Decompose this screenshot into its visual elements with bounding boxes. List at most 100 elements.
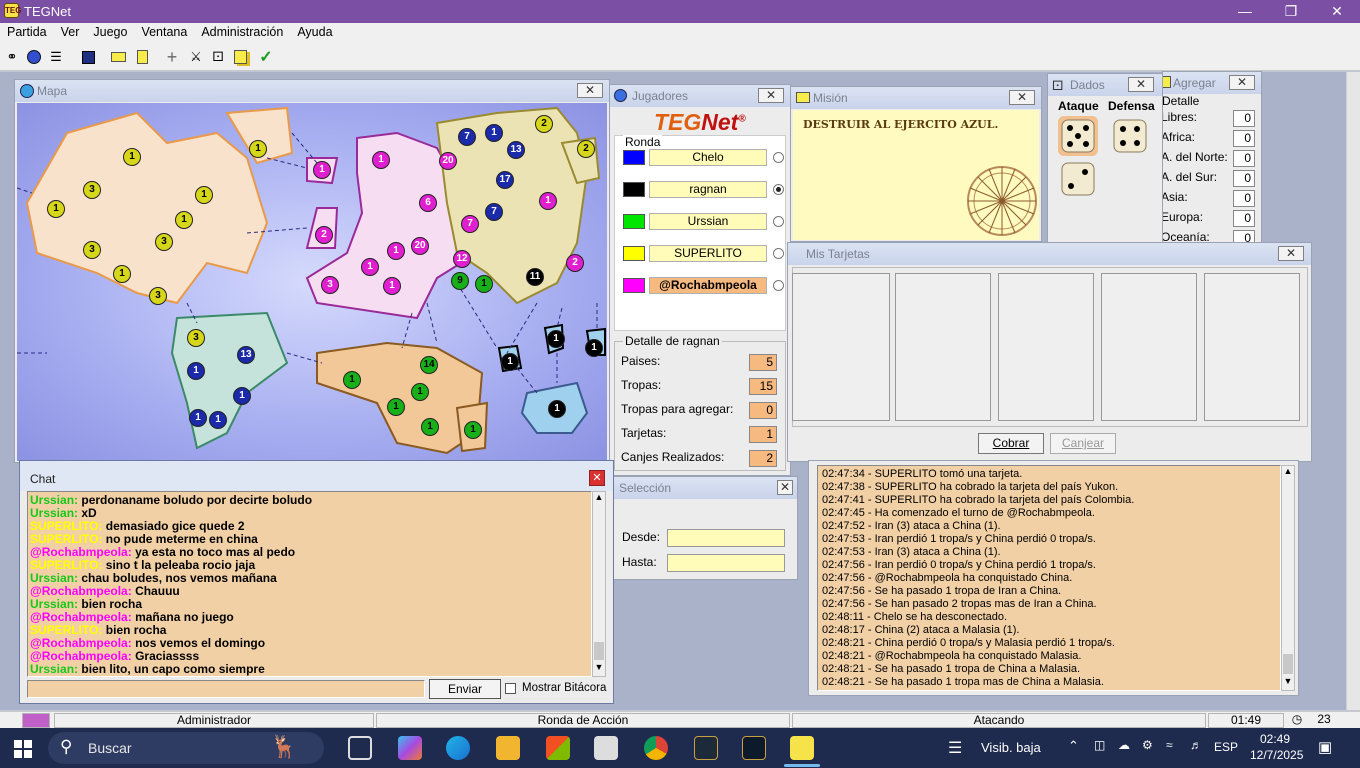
save-icon[interactable]	[78, 47, 98, 67]
territory-marker[interactable]: 3	[149, 287, 167, 305]
scroll-up-icon[interactable]: ▲	[1282, 466, 1294, 478]
canjear-button[interactable]: Canjear	[1050, 433, 1116, 454]
clock-date[interactable]: 12/7/2025	[1250, 748, 1303, 762]
windows-start-icon[interactable]	[14, 740, 32, 758]
add-troops-icon[interactable]: +	[162, 47, 182, 67]
player-row[interactable]: SUPERLITO	[623, 244, 784, 264]
close-icon[interactable]: ✕	[1314, 0, 1360, 23]
territory-marker[interactable]: 1	[547, 330, 565, 348]
scroll-down-icon[interactable]: ▼	[593, 662, 605, 674]
player-radio[interactable]	[773, 248, 784, 259]
territory-marker[interactable]: 3	[155, 233, 173, 251]
territory-marker[interactable]: 14	[420, 356, 438, 374]
territory-marker[interactable]: 1	[313, 161, 331, 179]
edge-icon[interactable]	[446, 736, 470, 760]
territory-marker[interactable]: 13	[507, 141, 525, 159]
territory-marker[interactable]: 12	[453, 250, 471, 268]
menu-ventana[interactable]: Ventana	[134, 23, 194, 39]
territory-marker[interactable]: 1	[233, 387, 251, 405]
player-radio-selected[interactable]	[773, 184, 784, 195]
territory-marker[interactable]: 1	[411, 383, 429, 401]
territory-marker[interactable]: 2	[577, 140, 595, 158]
territory-marker[interactable]: 1	[464, 421, 482, 439]
dice-icon[interactable]: ⚀	[208, 47, 228, 67]
territory-marker[interactable]: 1	[421, 418, 439, 436]
card-slot-4[interactable]	[1101, 273, 1197, 421]
territory-marker[interactable]: 1	[475, 275, 493, 293]
mdi-scrollbar[interactable]	[1346, 72, 1360, 710]
wifi-icon[interactable]: ≈	[1166, 738, 1173, 752]
territory-marker[interactable]: 11	[526, 268, 544, 286]
clock-time[interactable]: 02:49	[1260, 732, 1290, 746]
territory-marker[interactable]: 1	[387, 398, 405, 416]
player-radio[interactable]	[773, 216, 784, 227]
scroll-thumb[interactable]	[594, 642, 604, 660]
dice-close-button[interactable]: ✕	[1128, 77, 1154, 92]
maximize-icon[interactable]: ❐	[1268, 0, 1314, 23]
territory-marker[interactable]: 1	[372, 151, 390, 169]
territory-marker[interactable]: 1	[195, 186, 213, 204]
mission-icon[interactable]	[132, 47, 152, 67]
tray-settings-icon[interactable]: ⚙	[1142, 738, 1153, 752]
connect-icon[interactable]: ⚭	[2, 47, 22, 67]
territory-marker[interactable]: 1	[189, 409, 207, 427]
territory-marker[interactable]: 1	[548, 400, 566, 418]
territory-marker[interactable]: 3	[321, 276, 339, 294]
player-row[interactable]: @Rochabmpeola	[623, 276, 784, 296]
store-icon[interactable]	[546, 736, 570, 760]
territory-marker[interactable]: 13	[237, 346, 255, 364]
territory-marker[interactable]: 1	[387, 242, 405, 260]
tegnet-taskbar-icon[interactable]	[790, 736, 814, 760]
from-field[interactable]	[667, 529, 785, 547]
mission-close-button[interactable]: ✕	[1009, 90, 1035, 105]
territory-marker[interactable]: 3	[83, 181, 101, 199]
tray-chevron-icon[interactable]: ⌃	[1068, 738, 1079, 754]
scroll-down-icon[interactable]: ▼	[1282, 676, 1294, 688]
territory-marker[interactable]: 1	[539, 192, 557, 210]
attack-icon[interactable]: ⚔	[186, 47, 206, 67]
territory-marker[interactable]: 1	[343, 371, 361, 389]
territory-marker[interactable]: 3	[83, 241, 101, 259]
to-field[interactable]	[667, 554, 785, 572]
player-row[interactable]: ragnan	[623, 180, 784, 200]
territory-marker[interactable]: 1	[113, 265, 131, 283]
territory-marker[interactable]: 6	[419, 194, 437, 212]
menu-juego[interactable]: Juego	[86, 23, 134, 39]
territory-marker[interactable]: 2	[535, 115, 553, 133]
territory-marker[interactable]: 9	[451, 272, 469, 290]
card-slot-5[interactable]	[1204, 273, 1300, 421]
players-close-button[interactable]: ✕	[758, 88, 784, 103]
log-scrollbar[interactable]: ▲ ▼	[1281, 465, 1295, 691]
territory-marker[interactable]: 1	[383, 277, 401, 295]
card-icon[interactable]	[108, 47, 128, 67]
territory-marker[interactable]: 17	[496, 171, 514, 189]
league-icon[interactable]	[694, 736, 718, 760]
volume-icon[interactable]: ♬	[1190, 738, 1202, 752]
territory-marker[interactable]: 1	[187, 362, 205, 380]
add-close-button[interactable]: ✕	[1229, 75, 1255, 90]
menu-partida[interactable]: Partida	[0, 23, 54, 39]
task-view-icon[interactable]	[348, 736, 372, 760]
territory-marker[interactable]: 1	[175, 211, 193, 229]
tray-cloud-icon[interactable]: ☁	[1118, 738, 1130, 752]
selection-close-button[interactable]: ✕	[777, 480, 793, 495]
card-slot-3[interactable]	[998, 273, 1094, 421]
list-icon[interactable]: ☰	[46, 47, 66, 67]
territory-marker[interactable]: 1	[361, 258, 379, 276]
territory-marker[interactable]: 7	[461, 215, 479, 233]
territory-marker[interactable]: 1	[485, 124, 503, 142]
check-icon[interactable]: ✓	[256, 47, 276, 67]
card-slot-2[interactable]	[895, 273, 991, 421]
card-slot-1[interactable]	[792, 273, 890, 421]
chat-scrollbar[interactable]: ▲ ▼	[592, 491, 606, 677]
language-indicator[interactable]: ESP	[1214, 740, 1238, 754]
show-log-checkbox[interactable]	[505, 683, 516, 694]
weather-text[interactable]: Visib. baja	[981, 740, 1041, 755]
territory-marker[interactable]: 1	[249, 140, 267, 158]
chrome-icon[interactable]	[644, 736, 668, 760]
scroll-thumb[interactable]	[1283, 654, 1293, 674]
file-explorer-icon[interactable]	[496, 736, 520, 760]
territory-marker[interactable]: 20	[411, 237, 429, 255]
minimize-icon[interactable]: —	[1222, 0, 1268, 23]
league-client-icon[interactable]	[742, 736, 766, 760]
